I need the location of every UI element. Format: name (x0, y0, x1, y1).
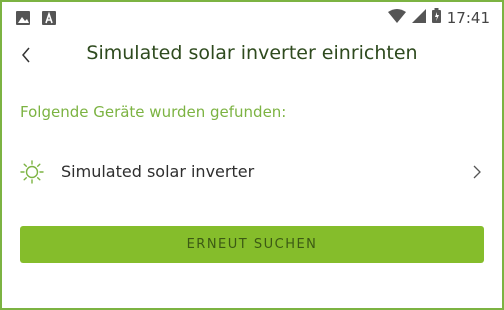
found-devices-label: Folgende Geräte wurden gefunden: (20, 103, 287, 121)
chevron-right-icon (472, 164, 482, 180)
wifi-icon (387, 8, 406, 27)
a-icon (42, 10, 56, 29)
sun-icon (20, 160, 44, 184)
app-bar: Simulated solar inverter einrichten (2, 32, 502, 76)
status-left (16, 10, 56, 29)
status-bar: 17:41 (2, 2, 502, 32)
image-icon (16, 10, 30, 29)
search-again-button[interactable]: ERNEUT SUCHEN (20, 226, 484, 263)
device-list-item[interactable]: Simulated solar inverter (2, 152, 502, 192)
app-frame: 17:41 Simulated solar inverter einrichte… (0, 0, 504, 310)
cell-signal-icon (411, 8, 426, 27)
device-label: Simulated solar inverter (61, 162, 255, 181)
clock: 17:41 (446, 8, 490, 27)
status-right: 17:41 (387, 8, 490, 27)
page-title: Simulated solar inverter einrichten (86, 42, 418, 64)
battery-icon (431, 8, 441, 27)
